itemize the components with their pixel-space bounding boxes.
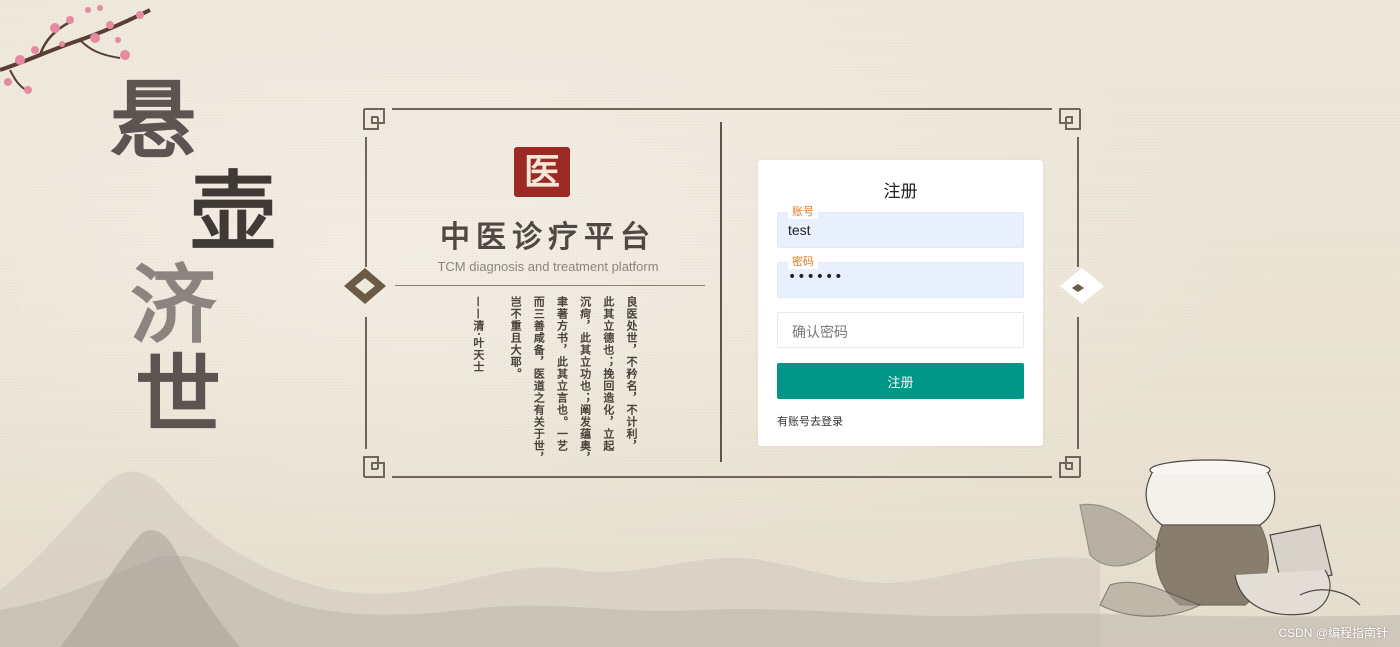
account-value: test xyxy=(788,222,811,238)
watermark: CSDN @编程指南针 xyxy=(1278,626,1388,640)
password-value: •••••• xyxy=(788,269,844,285)
poem-column: 岂不重且大耶。 xyxy=(509,296,523,380)
poem-block: 良医处世，不矜名，不计利， 此其立德也；挽回造化，立起 沉疴，此其立功也；阐发蕴… xyxy=(448,296,638,466)
calligraphy-char: 壶 xyxy=(190,162,276,263)
password-label: 密码 xyxy=(788,255,818,269)
account-label: 账号 xyxy=(788,205,818,219)
logo-seal-char: 医 xyxy=(523,151,560,193)
diamond-ornament-right xyxy=(1060,268,1104,304)
calligraphy-char: 济 xyxy=(130,255,216,356)
platform-title: 中医诊疗平台 xyxy=(440,220,656,255)
diamond-ornament-left xyxy=(344,268,386,304)
poem-column: 沉疴，此其立功也；阐发蕴奥， xyxy=(578,296,592,464)
platform-subtitle: TCM diagnosis and treatment platform xyxy=(437,259,659,274)
account-input[interactable]: 账号 test xyxy=(777,205,1024,248)
register-title: 注册 xyxy=(883,182,918,202)
poem-column: 聿著方书，此其立言也。一艺 xyxy=(555,296,569,452)
slogan-calligraphy: 悬 壶 济 世 xyxy=(110,70,310,439)
go-login-link[interactable]: 有账号去登录 xyxy=(777,413,843,429)
register-card: 注册 账号 test 密码 •••••• 确认密码 注册 有账号去登录 xyxy=(758,160,1043,446)
confirm-password-placeholder: 确认密码 xyxy=(792,325,848,341)
poem-column: 而三善咸备，医道之有关于世， xyxy=(532,296,546,464)
logo-seal: 医 xyxy=(514,147,570,197)
vertical-divider xyxy=(720,122,722,462)
herb-jar-illustration xyxy=(1079,459,1361,617)
poem-column: 良医处世，不矜名，不计利， xyxy=(625,296,638,452)
calligraphy-char: 世 xyxy=(135,345,221,446)
poem-author: ——清·叶天士 xyxy=(471,296,485,373)
title-divider xyxy=(395,285,705,286)
register-button[interactable]: 注册 xyxy=(777,363,1024,399)
calligraphy-char: 悬 xyxy=(110,70,196,171)
poem-column: 此其立德也；挽回造化，立起 xyxy=(601,296,615,452)
password-input[interactable]: 密码 •••••• xyxy=(777,255,1024,298)
confirm-password-input[interactable]: 确认密码 xyxy=(777,312,1024,348)
